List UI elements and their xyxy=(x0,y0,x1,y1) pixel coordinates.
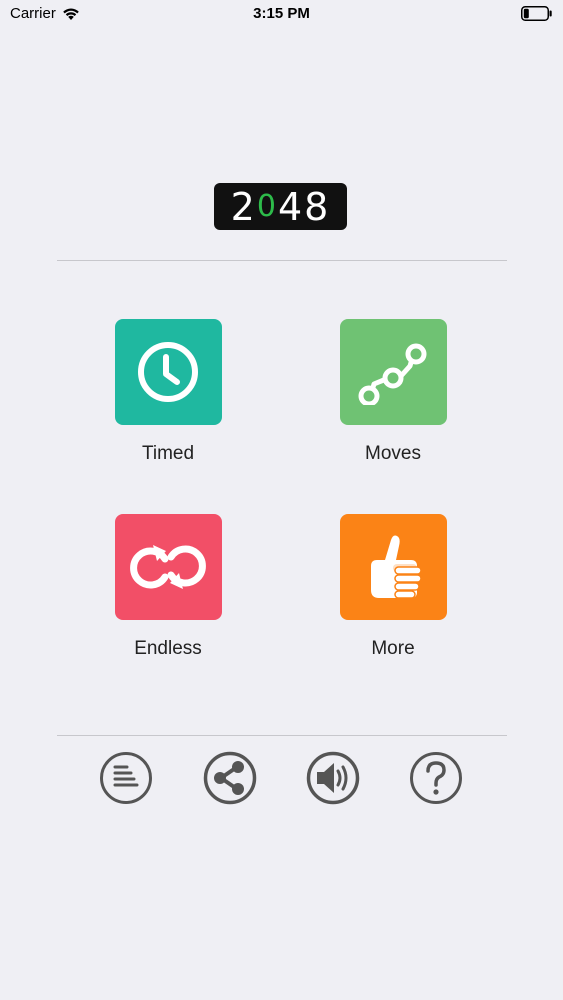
share-icon xyxy=(203,751,257,805)
logo-digit-0: 0 xyxy=(256,189,278,224)
thumbs-up-icon xyxy=(371,535,422,599)
logo-digit-2: 2 xyxy=(230,184,257,229)
moves-mode-button[interactable]: Moves xyxy=(313,319,473,465)
share-button[interactable] xyxy=(203,751,257,805)
top-divider xyxy=(57,260,507,261)
endless-tile[interactable] xyxy=(114,514,222,620)
status-bar: Carrier 3:15 PM xyxy=(0,0,563,30)
more-tile[interactable] xyxy=(339,514,447,620)
timed-mode-button[interactable]: Timed xyxy=(88,319,248,465)
help-icon xyxy=(410,752,462,804)
sound-icon xyxy=(306,751,360,805)
endless-label: Endless xyxy=(134,638,202,659)
sound-toggle-button[interactable] xyxy=(306,751,360,805)
path-icon xyxy=(358,343,427,405)
bottom-divider xyxy=(57,735,507,736)
status-time: 3:15 PM xyxy=(253,5,310,22)
more-button[interactable]: More xyxy=(313,514,473,660)
logo-digits-48: 48 xyxy=(277,184,331,229)
list-icon xyxy=(100,752,152,804)
more-label: More xyxy=(371,638,415,659)
clock-icon xyxy=(138,342,198,402)
help-button[interactable] xyxy=(409,751,463,805)
battery-icon xyxy=(521,6,552,21)
endless-mode-button[interactable]: Endless xyxy=(88,514,248,660)
game-logo: 2 0 48 xyxy=(214,183,347,230)
leaderboard-button[interactable] xyxy=(99,751,153,805)
timed-label: Timed xyxy=(141,443,195,464)
moves-label: Moves xyxy=(365,443,421,464)
timed-tile[interactable] xyxy=(114,319,222,425)
infinity-loop-icon xyxy=(130,545,206,589)
moves-tile[interactable] xyxy=(339,319,447,425)
